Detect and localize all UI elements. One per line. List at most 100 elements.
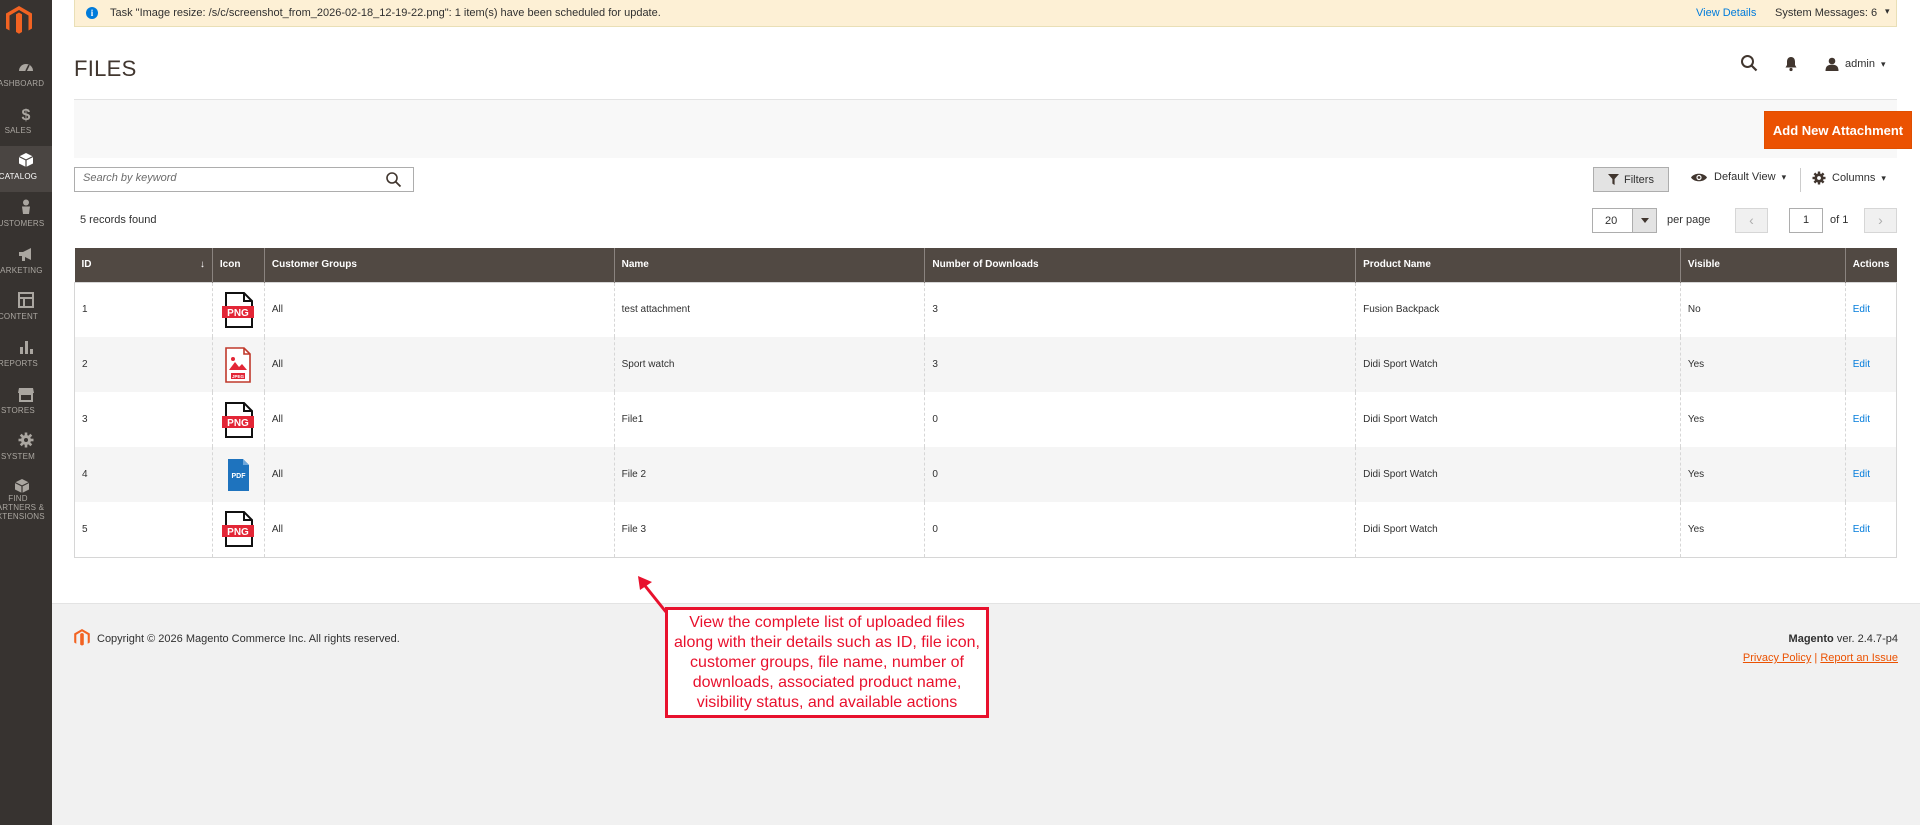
cell-icon: JPEG xyxy=(211,337,265,392)
page-number-input[interactable]: 1 xyxy=(1789,208,1823,233)
edit-link[interactable]: Edit xyxy=(1853,304,1870,315)
edit-link[interactable]: Edit xyxy=(1853,524,1870,535)
sidebar-item-sales[interactable]: $ SALES xyxy=(0,100,52,146)
previous-page-button[interactable]: ‹ xyxy=(1735,208,1768,233)
png-file-icon: PNG xyxy=(222,401,255,438)
column-header-customer-groups[interactable]: Customer Groups xyxy=(263,248,615,282)
filter-funnel-icon xyxy=(1608,174,1620,185)
records-found: 5 records found xyxy=(80,214,157,226)
column-header-name[interactable]: Name xyxy=(613,248,925,282)
sidebar-item-dashboard[interactable]: DASHBOARD xyxy=(0,53,52,99)
svg-text:$: $ xyxy=(22,107,31,122)
privacy-policy-link[interactable]: Privacy Policy xyxy=(1743,652,1811,664)
annotation-callout: View the complete list of uploaded files… xyxy=(665,607,989,718)
notifications-bell-icon[interactable] xyxy=(1783,56,1799,72)
add-new-attachment-button[interactable]: Add New Attachment xyxy=(1764,111,1912,149)
magento-version: Magento ver. 2.4.7-p4 xyxy=(1788,633,1898,645)
cell-id: 1 xyxy=(82,304,88,316)
svg-text:PNG: PNG xyxy=(228,527,250,538)
search-icon[interactable] xyxy=(385,171,402,188)
cell-product-name: Fusion Backpack xyxy=(1355,282,1681,337)
system-messages-count[interactable]: System Messages: 6 xyxy=(1775,7,1877,19)
cell-name: File1 xyxy=(613,392,925,447)
default-view-dropdown[interactable]: Default View ▾ xyxy=(1690,171,1786,183)
page-total: of 1 xyxy=(1830,214,1849,226)
user-icon xyxy=(1825,57,1839,71)
person-icon xyxy=(22,199,30,214)
cell-downloads: 0 xyxy=(924,392,1356,447)
chevron-down-icon[interactable]: ▾ xyxy=(1885,6,1890,17)
sidebar-item-system[interactable]: SYSTEM xyxy=(0,426,52,472)
column-header-product-name[interactable]: Product Name xyxy=(1355,248,1681,282)
cell-customer-groups: All xyxy=(263,392,615,447)
column-header-downloads[interactable]: Number of Downloads xyxy=(924,248,1356,282)
per-page-select[interactable]: 20 xyxy=(1592,208,1657,233)
sidebar-item-label: MARKETING xyxy=(0,266,43,275)
table-row[interactable]: 2 JPEG All Sport watch 3 Didi Sport Watc… xyxy=(74,337,1897,392)
bar-chart-icon xyxy=(20,341,33,354)
cell-visible: Yes xyxy=(1679,337,1846,392)
sidebar-item-find-partners-extensions[interactable]: FIND PARTNERS & EXTENSIONS xyxy=(0,472,52,521)
sidebar-item-customers[interactable]: CUSTOMERS xyxy=(0,193,52,239)
cell-actions: Edit xyxy=(1844,337,1897,392)
sidebar-item-marketing[interactable]: MARKETING xyxy=(0,240,52,286)
column-header-icon[interactable]: Icon xyxy=(211,248,265,282)
cell-id: 4 xyxy=(74,447,213,502)
svg-text:PNG: PNG xyxy=(228,308,250,319)
columns-dropdown[interactable]: Columns ▾ xyxy=(1812,171,1886,185)
cell-actions: Edit xyxy=(1844,392,1897,447)
cell-icon: PNG xyxy=(211,502,265,557)
annotation-arrow xyxy=(638,576,668,613)
cell-customer-groups: All xyxy=(263,337,615,392)
cell-customer-groups: All xyxy=(263,447,615,502)
table-row[interactable]: 5 PNG All File 3 0 Didi Sport Watch Yes … xyxy=(75,502,1897,557)
edit-link[interactable]: Edit xyxy=(1853,414,1870,425)
footer-links: Privacy Policy | Report an Issue xyxy=(1743,652,1898,664)
chevron-down-icon: ▾ xyxy=(1781,171,1787,182)
user-menu[interactable]: admin ▾ xyxy=(1825,56,1886,72)
view-details-link[interactable]: View Details xyxy=(1696,7,1756,19)
edit-link[interactable]: Edit xyxy=(1853,469,1870,480)
sidebar-item-reports[interactable]: REPORTS xyxy=(0,333,52,379)
png-file-icon: PNG xyxy=(222,511,255,548)
cube-icon xyxy=(18,153,34,167)
report-issue-link[interactable]: Report an Issue xyxy=(1820,652,1898,664)
sidebar-item-label: SALES xyxy=(4,126,32,135)
cell-visible: No xyxy=(1679,282,1846,337)
sidebar-item-label: CONTENT xyxy=(0,312,39,321)
filters-button[interactable]: Filters xyxy=(1593,167,1669,192)
cell-downloads: 0 xyxy=(924,447,1356,502)
cell-id: 5 xyxy=(82,523,88,535)
search-icon[interactable] xyxy=(1740,54,1758,72)
next-page-button[interactable]: › xyxy=(1864,208,1897,233)
chevron-down-icon: ▾ xyxy=(1880,58,1886,69)
per-page-dropdown-toggle[interactable] xyxy=(1632,209,1656,232)
sidebar-item-label: CATALOG xyxy=(0,172,38,181)
cell-id: 3 xyxy=(82,414,88,425)
pdf-file-icon: PDF xyxy=(228,458,250,491)
column-header-visible[interactable]: Visible xyxy=(1679,248,1846,282)
cell-downloads: 3 xyxy=(924,337,1356,392)
svg-text:PNG: PNG xyxy=(228,418,250,429)
magento-logo[interactable] xyxy=(6,6,32,36)
search-input[interactable] xyxy=(83,172,373,184)
filters-label: Filters xyxy=(1624,173,1654,186)
table-row[interactable]: 3 PNG All File1 0 Didi Sport Watch Yes E… xyxy=(75,392,1897,447)
column-header-id[interactable]: ID ↓ xyxy=(74,248,213,282)
cell-visible: Yes xyxy=(1679,392,1846,447)
cell-product-name: Didi Sport Watch xyxy=(1355,337,1681,392)
cell-name: test attachment xyxy=(613,282,925,337)
cell-downloads: 3 xyxy=(924,282,1356,337)
sidebar-item-content[interactable]: CONTENT xyxy=(0,286,52,332)
edit-link[interactable]: Edit xyxy=(1853,359,1870,370)
cell-product-name: Didi Sport Watch xyxy=(1355,392,1681,447)
table-row[interactable]: 1 PNG All test attachment 3 Fusion Backp… xyxy=(75,282,1897,337)
cell-name: File 3 xyxy=(613,502,925,557)
table-row[interactable]: 4 PDF All File 2 0 Didi Sport Watch Yes … xyxy=(74,447,1897,502)
user-name: admin xyxy=(1845,58,1875,70)
chevron-down-icon: ▾ xyxy=(1881,172,1886,183)
system-message-bar: i Task "Image resize: /s/c/screenshot_fr… xyxy=(74,0,1897,27)
sidebar-item-stores[interactable]: STORES xyxy=(0,380,52,426)
system-message-text: Task "Image resize: /s/c/screenshot_from… xyxy=(110,7,661,19)
sidebar-item-catalog[interactable]: CATALOG xyxy=(0,146,52,192)
